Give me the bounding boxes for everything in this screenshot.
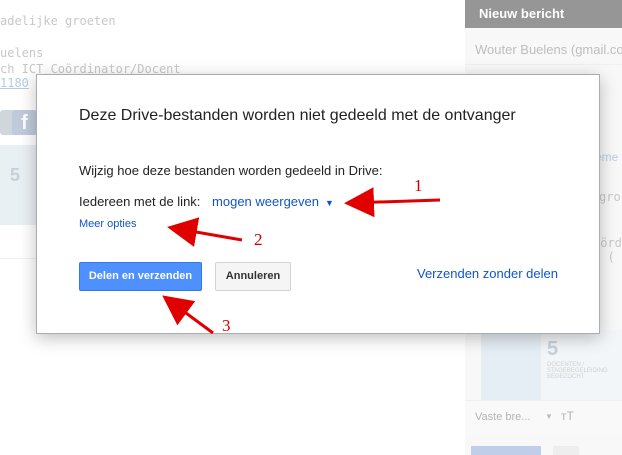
permission-dropdown[interactable]: mogen weergeven ▼ (212, 194, 334, 209)
annotation-number-2: 2 (254, 230, 263, 249)
dialog-title: Deze Drive-bestanden worden niet gedeeld… (79, 107, 516, 124)
chevron-down-icon: ▼ (325, 198, 334, 208)
dialog-instruction: Wijzig hoe deze bestanden worden gedeeld… (79, 163, 383, 178)
link-label: Iedereen met de link: (79, 194, 201, 209)
annotation-number-3: 3 (222, 316, 231, 335)
drive-share-dialog: Deze Drive-bestanden worden niet gedeeld… (36, 74, 600, 334)
cancel-button[interactable]: Annuleren (215, 262, 291, 291)
annotation-number-1: 1 (414, 176, 423, 195)
link-permission-row: Iedereen met de link: mogen weergeven ▼ (79, 194, 334, 209)
share-and-send-button[interactable]: Delen en verzenden (79, 262, 202, 291)
more-options-link[interactable]: Meer opties (79, 218, 136, 230)
send-without-sharing-link[interactable]: Verzenden zonder delen (417, 266, 558, 281)
permission-value: mogen weergeven (212, 194, 319, 209)
